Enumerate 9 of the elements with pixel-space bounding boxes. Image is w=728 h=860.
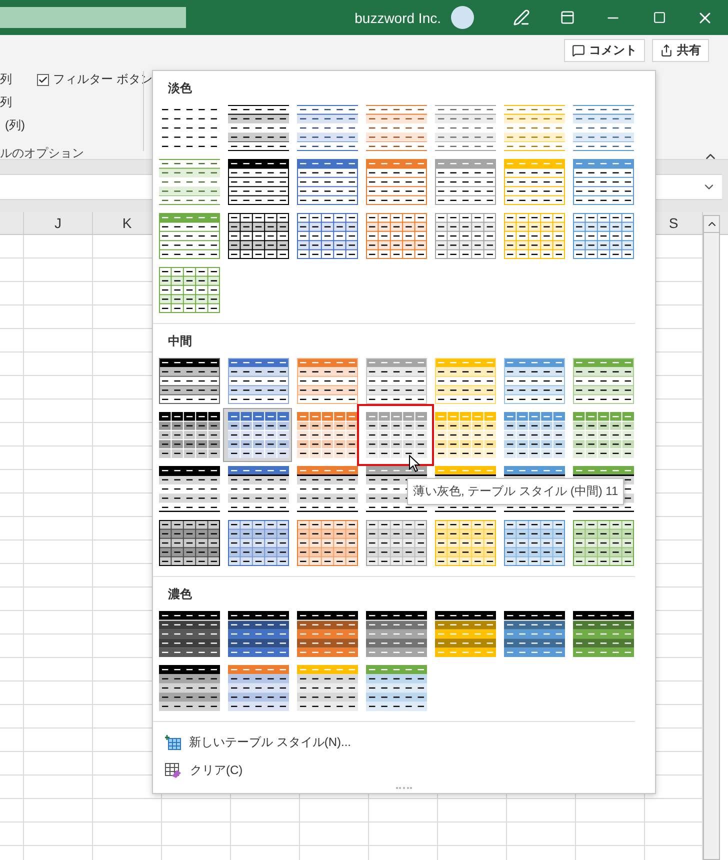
section-title: 中間: [168, 333, 193, 347]
section-title: 淡色: [168, 80, 193, 94]
group-label: ルのオプション: [0, 145, 84, 162]
option-label: (列): [4, 117, 26, 134]
option-label: 列: [0, 94, 13, 111]
tooltip: 薄い灰色, テーブル スタイル (中間) 11: [407, 478, 624, 505]
option-label: 列: [0, 71, 13, 88]
section-title: 濃色: [168, 586, 193, 600]
account-name: buzzword Inc.: [354, 10, 441, 26]
